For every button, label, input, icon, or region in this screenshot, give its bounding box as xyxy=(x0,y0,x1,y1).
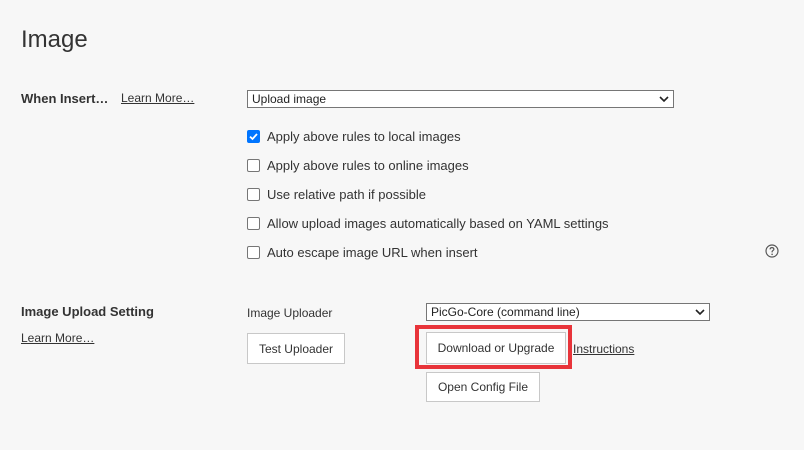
question-circle-icon[interactable] xyxy=(765,244,779,258)
checkbox-icon[interactable] xyxy=(247,158,260,172)
option-auto-escape-url[interactable]: Auto escape image URL when insert xyxy=(247,244,478,260)
option-label: Use relative path if possible xyxy=(267,186,426,202)
checkbox-checked-icon[interactable] xyxy=(247,129,260,143)
option-relative-path[interactable]: Use relative path if possible xyxy=(247,186,426,202)
page-title: Image xyxy=(21,26,88,53)
option-label: Apply above rules to local images xyxy=(267,128,461,144)
image-uploader-select[interactable]: PicGo-Core (command line) xyxy=(426,303,710,321)
test-uploader-button[interactable]: Test Uploader xyxy=(247,333,345,364)
highlight-annotation xyxy=(415,325,572,369)
option-label: Apply above rules to online images xyxy=(267,157,469,173)
instructions-link[interactable]: Instructions xyxy=(573,342,634,356)
upload-setting-label: Image Upload Setting xyxy=(21,304,154,319)
insert-action-select[interactable]: Upload image xyxy=(247,90,674,108)
chevron-down-icon xyxy=(659,96,669,103)
checkbox-icon[interactable] xyxy=(247,245,260,259)
upload-learn-more-link[interactable]: Learn More… xyxy=(21,331,94,345)
option-label: Allow upload images automatically based … xyxy=(267,215,609,231)
image-uploader-label: Image Uploader xyxy=(247,306,333,320)
open-config-button[interactable]: Open Config File xyxy=(426,372,540,402)
insert-learn-more-link[interactable]: Learn More… xyxy=(121,91,194,105)
checkbox-icon[interactable] xyxy=(247,216,260,230)
chevron-down-icon xyxy=(695,309,705,316)
insert-action-select-value: Upload image xyxy=(252,92,327,106)
when-insert-label: When Insert… xyxy=(21,91,109,106)
option-auto-upload-yaml[interactable]: Allow upload images automatically based … xyxy=(247,215,609,231)
option-apply-local[interactable]: Apply above rules to local images xyxy=(247,128,461,144)
option-label: Auto escape image URL when insert xyxy=(267,244,478,260)
image-uploader-select-value: PicGo-Core (command line) xyxy=(431,305,580,319)
option-apply-online[interactable]: Apply above rules to online images xyxy=(247,157,469,173)
checkbox-icon[interactable] xyxy=(247,187,260,201)
